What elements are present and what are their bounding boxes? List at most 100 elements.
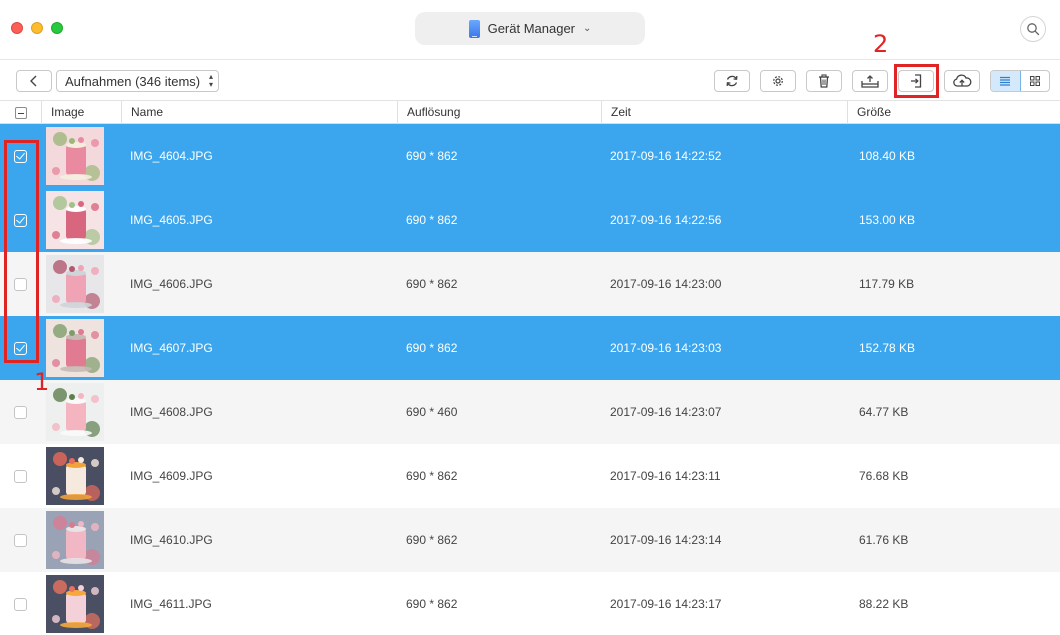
resolution-value: 690 * 460	[406, 405, 458, 419]
table-row[interactable]: IMG_4607.JPG 690 * 862 2017-09-16 14:23:…	[0, 316, 1060, 380]
photo-thumbnail	[46, 511, 104, 569]
table-row[interactable]: IMG_4610.JPG 690 * 862 2017-09-16 14:23:…	[0, 508, 1060, 572]
annotation-number-2: 2	[873, 30, 889, 58]
view-mode-toggle	[990, 70, 1050, 92]
resolution-value: 690 * 862	[406, 341, 458, 355]
file-name: IMG_4611.JPG	[130, 597, 212, 611]
file-size-value: 153.00 KB	[859, 213, 916, 227]
list-view-button[interactable]	[991, 71, 1021, 91]
refresh-icon	[726, 75, 738, 87]
resolution-value: 690 * 862	[406, 597, 458, 611]
row-checkbox[interactable]	[14, 213, 27, 227]
column-header-resolution[interactable]: Auflösung	[397, 101, 601, 124]
phone-icon	[468, 19, 480, 38]
device-selector[interactable]: Gerät Manager ⌄	[415, 12, 645, 45]
row-checkbox-cell[interactable]	[0, 508, 41, 572]
file-name: IMG_4609.JPG	[130, 469, 213, 483]
back-icon	[30, 75, 37, 87]
table-row[interactable]: IMG_4604.JPG 690 * 862 2017-09-16 14:22:…	[0, 124, 1060, 188]
resolution-value: 690 * 862	[406, 213, 458, 227]
timestamp-value: 2017-09-16 14:22:52	[610, 149, 722, 163]
resolution-value: 690 * 862	[406, 469, 458, 483]
row-checkbox[interactable]	[14, 341, 27, 355]
table-row[interactable]: IMG_4605.JPG 690 * 862 2017-09-16 14:22:…	[0, 188, 1060, 252]
cloud-upload-icon	[953, 74, 972, 87]
back-button[interactable]	[16, 70, 52, 92]
delete-button[interactable]	[806, 70, 842, 92]
file-name: IMG_4610.JPG	[130, 533, 213, 547]
zoom-window-button[interactable]	[51, 22, 63, 34]
resolution-value: 690 * 862	[406, 277, 458, 291]
grid-view-icon	[1029, 76, 1040, 86]
photo-table-body: IMG_4604.JPG 690 * 862 2017-09-16 14:22:…	[0, 124, 1060, 635]
column-header-size[interactable]: Größe	[847, 101, 1060, 124]
file-name: IMG_4604.JPG	[130, 149, 213, 163]
timestamp-value: 2017-09-16 14:23:17	[610, 597, 722, 611]
table-row[interactable]: IMG_4611.JPG 690 * 862 2017-09-16 14:23:…	[0, 572, 1060, 635]
file-size-value: 76.68 KB	[859, 469, 909, 483]
column-header-image[interactable]: Image	[41, 101, 121, 124]
send-to-device-button[interactable]	[898, 70, 934, 92]
cloud-upload-button[interactable]	[944, 70, 980, 92]
settings-button[interactable]	[760, 70, 796, 92]
file-size-value: 88.22 KB	[859, 597, 909, 611]
row-checkbox[interactable]	[14, 469, 27, 483]
file-size-value: 61.76 KB	[859, 533, 909, 547]
column-header-name[interactable]: Name	[121, 101, 397, 124]
row-checkbox[interactable]	[14, 149, 27, 163]
album-select-value: Aufnahmen (346 items)	[65, 73, 201, 89]
row-checkbox-cell[interactable]	[0, 188, 41, 252]
select-all-checkbox[interactable]	[14, 106, 27, 119]
row-checkbox[interactable]	[14, 533, 27, 547]
annotation-number-1: 1	[34, 368, 50, 396]
gear-icon	[773, 76, 783, 86]
row-checkbox-cell[interactable]	[0, 572, 41, 635]
grid-view-button[interactable]	[1021, 71, 1050, 91]
export-to-computer-icon	[861, 74, 879, 88]
row-checkbox-cell[interactable]	[0, 444, 41, 508]
list-view-icon	[1000, 76, 1011, 86]
file-size-value: 152.78 KB	[859, 341, 916, 355]
updown-chevron-icon: ▴ ▾	[208, 72, 213, 89]
title-bar: Gerät Manager ⌄	[0, 0, 1060, 60]
timestamp-value: 2017-09-16 14:23:07	[610, 405, 722, 419]
row-checkbox[interactable]	[14, 405, 27, 419]
column-header-time[interactable]: Zeit	[601, 101, 847, 124]
send-to-device-icon	[911, 74, 922, 88]
timestamp-value: 2017-09-16 14:23:00	[610, 277, 722, 291]
search-button[interactable]	[1020, 16, 1046, 42]
table-row[interactable]: IMG_4608.JPG 690 * 460 2017-09-16 14:23:…	[0, 380, 1060, 444]
file-name: IMG_4607.JPG	[130, 341, 213, 355]
file-name: IMG_4608.JPG	[130, 405, 213, 419]
photo-thumbnail	[46, 127, 104, 185]
resolution-value: 690 * 862	[406, 533, 458, 547]
chevron-down-icon: ⌄	[583, 23, 592, 34]
timestamp-value: 2017-09-16 14:23:03	[610, 341, 722, 355]
album-select[interactable]: Aufnahmen (346 items) ▴ ▾	[56, 70, 219, 92]
resolution-value: 690 * 862	[406, 149, 458, 163]
export-to-computer-button[interactable]	[852, 70, 888, 92]
refresh-button[interactable]	[714, 70, 750, 92]
file-name: IMG_4606.JPG	[130, 277, 213, 291]
trash-icon	[819, 74, 829, 88]
photo-thumbnail	[46, 255, 104, 313]
select-all-checkbox-cell[interactable]	[0, 101, 41, 124]
file-size-value: 64.77 KB	[859, 405, 909, 419]
search-icon	[1027, 23, 1040, 36]
timestamp-value: 2017-09-16 14:22:56	[610, 213, 722, 227]
device-selector-label: Gerät Manager	[487, 21, 576, 36]
file-size-value: 108.40 KB	[859, 149, 916, 163]
photo-thumbnail	[46, 191, 104, 249]
minimize-window-button[interactable]	[31, 22, 43, 34]
table-header: Image Name Auflösung Zeit Größe	[0, 101, 1060, 124]
row-checkbox[interactable]	[14, 597, 27, 611]
table-row[interactable]: IMG_4606.JPG 690 * 862 2017-09-16 14:23:…	[0, 252, 1060, 316]
row-checkbox-cell[interactable]	[0, 124, 41, 188]
file-size-value: 117.79 KB	[859, 277, 915, 291]
row-checkbox-cell[interactable]	[0, 252, 41, 316]
row-checkbox[interactable]	[14, 277, 27, 291]
toolbar: Aufnahmen (346 items) ▴ ▾	[0, 61, 1060, 101]
close-window-button[interactable]	[11, 22, 23, 34]
table-row[interactable]: IMG_4609.JPG 690 * 862 2017-09-16 14:23:…	[0, 444, 1060, 508]
photo-thumbnail	[46, 319, 104, 377]
